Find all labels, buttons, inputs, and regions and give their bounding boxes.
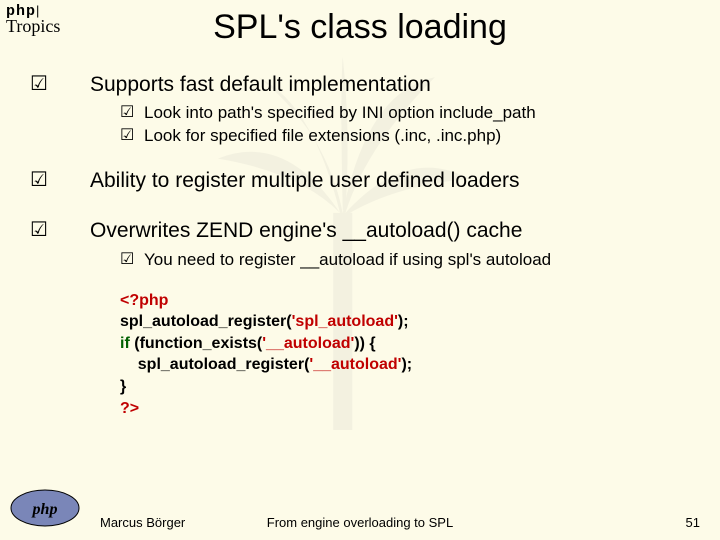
check-icon: ☑ [120,102,144,122]
footer-talk: From engine overloading to SPL [0,515,720,530]
bullet-2: ☑ Ability to register multiple user defi… [30,168,700,194]
bullet-1-text: Supports fast default implementation [90,72,431,98]
bullet-3-sub-1: ☑ You need to register __autoload if usi… [120,249,700,272]
bullet-3: ☑ Overwrites ZEND engine's __autoload() … [30,218,700,244]
check-icon: ☑ [30,72,90,96]
sub-text: You need to register __autoload if using… [144,249,551,272]
slide-title: SPL's class loading [0,8,720,47]
sub-text: Look into path's specified by INI option… [144,102,536,125]
bullet-1: ☑ Supports fast default implementation [30,72,700,98]
check-icon: ☑ [30,168,90,192]
footer-page: 51 [686,515,700,530]
bullet-1-sub-1: ☑ Look into path's specified by INI opti… [120,102,700,125]
sub-text: Look for specified file extensions (.inc… [144,125,501,148]
bullet-1-sub-2: ☑ Look for specified file extensions (.i… [120,125,700,148]
bullet-3-text: Overwrites ZEND engine's __autoload() ca… [90,218,522,244]
bullet-2-text: Ability to register multiple user define… [90,168,520,194]
check-icon: ☑ [120,125,144,145]
slide-body: ☑ Supports fast default implementation ☑… [30,72,700,419]
code-sample: <?php spl_autoload_register('spl_autoloa… [120,290,700,420]
check-icon: ☑ [30,218,90,242]
check-icon: ☑ [120,249,144,269]
